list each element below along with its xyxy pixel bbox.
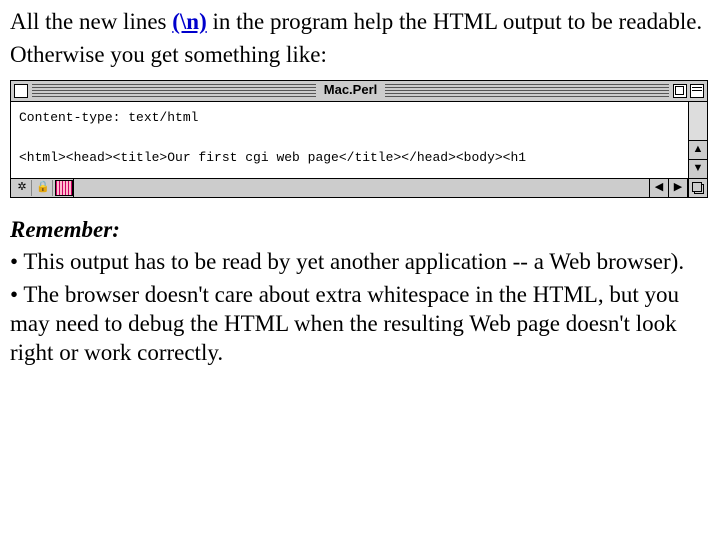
status-icon-bug[interactable]: ✲ xyxy=(13,180,32,196)
mac-window: Mac.Perl Content-type: text/html <html><… xyxy=(10,80,708,198)
close-box[interactable] xyxy=(14,84,28,98)
bottom-bar: ✲ 🔒 ◀ ▶ xyxy=(11,178,707,197)
status-cells: ✲ 🔒 xyxy=(11,179,74,197)
hscroll-track[interactable] xyxy=(74,179,650,197)
titlebar: Mac.Perl xyxy=(11,81,707,102)
scroll-down-icon[interactable]: ▼ xyxy=(689,159,707,178)
collapse-box[interactable] xyxy=(690,84,704,98)
titlebar-stripes-left xyxy=(32,84,316,98)
remember-bullet-2: • The browser doesn't care about extra w… xyxy=(10,281,710,367)
vertical-scrollbar[interactable]: ▲ ▼ xyxy=(689,102,707,178)
status-stripes-icon xyxy=(55,180,73,196)
zoom-box[interactable] xyxy=(673,84,687,98)
output-line-2: <html><head><title>Our first cgi web pag… xyxy=(19,148,680,168)
status-indicator[interactable] xyxy=(55,180,73,196)
status-icon-lock[interactable]: 🔒 xyxy=(34,180,53,196)
remember-bullet-1: • This output has to be read by yet anot… xyxy=(10,248,710,277)
grow-box[interactable] xyxy=(688,179,707,197)
intro-line-2: Otherwise you get something like: xyxy=(10,41,710,70)
intro-paragraph: All the new lines (\n) in the program he… xyxy=(10,8,710,37)
output-blank-line xyxy=(19,128,680,148)
scroll-right-icon[interactable]: ▶ xyxy=(669,179,688,197)
scroll-up-icon[interactable]: ▲ xyxy=(689,140,707,159)
window-body: Content-type: text/html <html><head><tit… xyxy=(11,102,707,178)
output-line-1: Content-type: text/html xyxy=(19,108,680,128)
vscroll-track[interactable] xyxy=(689,102,707,140)
scroll-left-icon[interactable]: ◀ xyxy=(650,179,669,197)
titlebar-stripes-right xyxy=(385,84,669,98)
titlebar-buttons xyxy=(669,84,707,98)
remember-heading: Remember: xyxy=(10,216,710,245)
window-title: Mac.Perl xyxy=(316,81,385,101)
output-content: Content-type: text/html <html><head><tit… xyxy=(11,102,689,178)
intro-text-2: in the program help the HTML output to b… xyxy=(207,9,702,34)
remember-section: Remember: • This output has to be read b… xyxy=(10,216,710,368)
newline-token: (\n) xyxy=(172,9,207,34)
intro-text-1: All the new lines xyxy=(10,9,172,34)
